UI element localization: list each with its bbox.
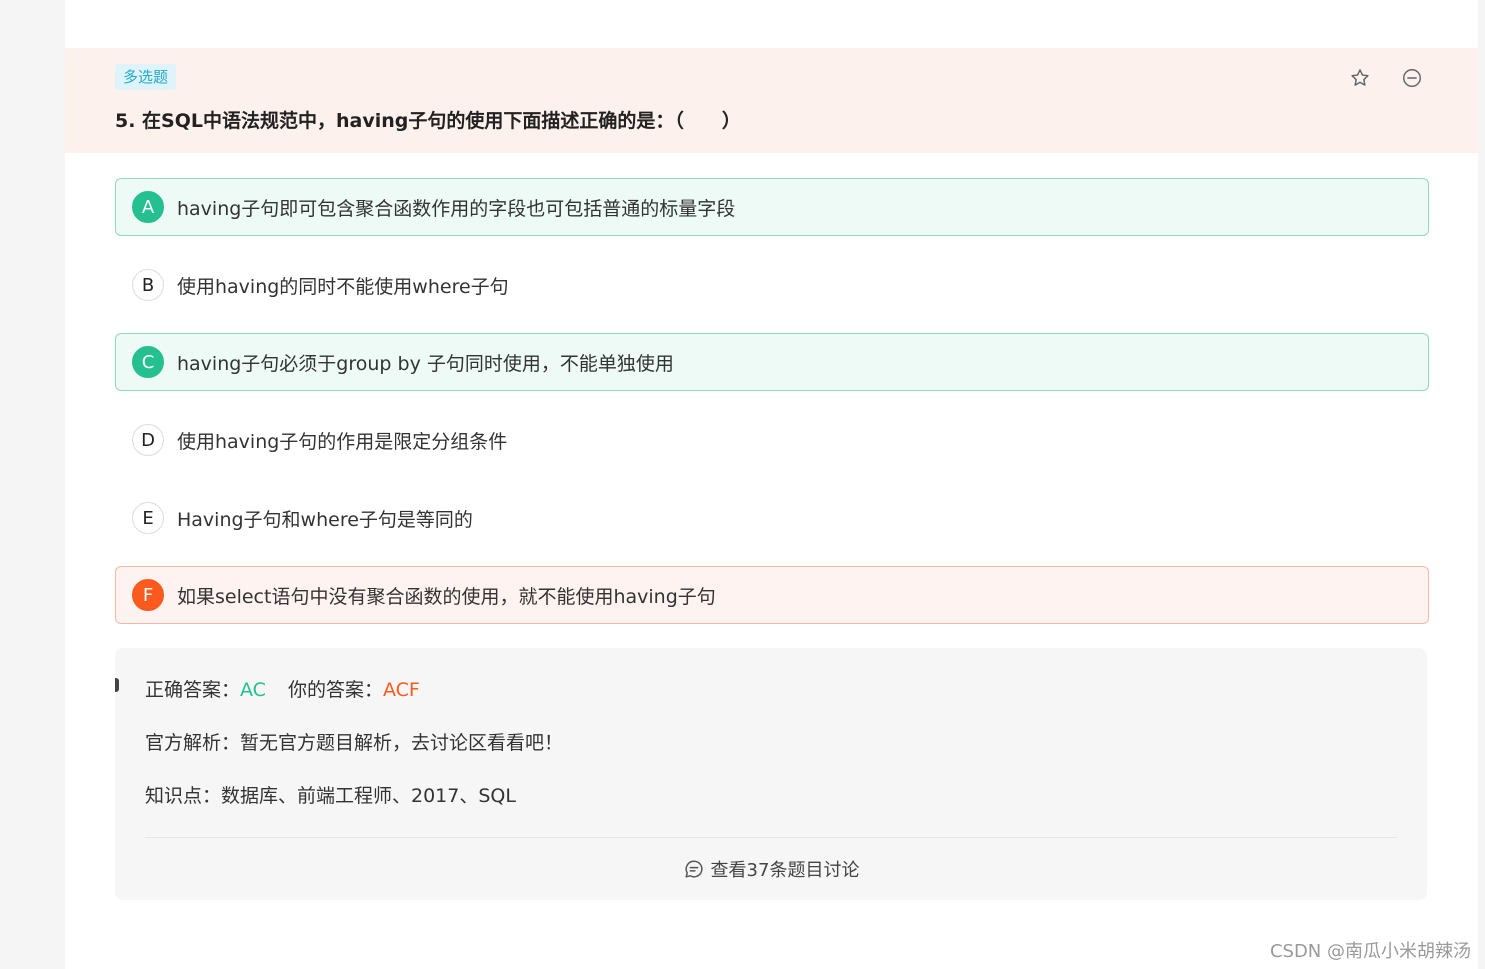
option-letter-badge: E xyxy=(132,502,164,534)
your-answer-value: ACF xyxy=(382,679,420,701)
csdn-watermark: CSDN @南瓜小米胡辣汤 xyxy=(1269,941,1471,962)
question-card: 多选题 5. 在SQL中语法规范中，having子句的使用下面描述正确的是：（ … xyxy=(65,0,1478,969)
view-discussion-link[interactable]: 查看37条题目讨论 xyxy=(115,856,1427,882)
option-d[interactable]: D 使用having子句的作用是限定分组条件 xyxy=(115,411,1429,469)
your-answer-label: 你的答案： xyxy=(287,679,383,701)
official-explanation: 官方解析：暂无官方题目解析，去讨论区看看吧！ xyxy=(145,732,564,754)
divider xyxy=(145,837,1397,838)
option-text: 使用having子句的作用是限定分组条件 xyxy=(177,430,508,453)
option-text: 使用having的同时不能使用where子句 xyxy=(177,275,509,298)
option-text: 如果select语句中没有聚合函数的使用，就不能使用having子句 xyxy=(177,585,716,608)
page-left-margin xyxy=(0,0,65,969)
option-a[interactable]: A having子句即可包含聚合函数作用的字段也可包括普通的标量字段 xyxy=(115,178,1429,236)
option-letter-badge: C xyxy=(132,346,164,378)
answer-summary: 正确答案：AC 你的答案：ACF xyxy=(145,675,420,702)
option-letter-badge: D xyxy=(132,424,164,456)
minus-circle-icon[interactable] xyxy=(1400,66,1424,90)
panel-marker xyxy=(115,678,119,692)
option-letter-badge: B xyxy=(132,269,164,301)
star-icon[interactable] xyxy=(1348,66,1372,90)
question-type-tag: 多选题 xyxy=(115,64,177,90)
option-text: having子句即可包含聚合函数作用的字段也可包括普通的标量字段 xyxy=(177,197,736,220)
question-title: 5. 在SQL中语法规范中，having子句的使用下面描述正确的是：（ ） xyxy=(115,110,741,132)
option-text: Having子句和where子句是等同的 xyxy=(177,508,473,531)
option-letter-badge: F xyxy=(132,579,164,611)
view-discussion-text: 查看37条题目讨论 xyxy=(710,860,860,881)
answer-analysis-panel: 正确答案：AC 你的答案：ACF 官方解析：暂无官方题目解析，去讨论区看看吧！ 知… xyxy=(115,648,1427,900)
option-text: having子句必须于group by 子句同时使用，不能单独使用 xyxy=(177,352,674,375)
knowledge-points: 知识点：数据库、前端工程师、2017、SQL xyxy=(145,785,516,807)
correct-answer-label: 正确答案： xyxy=(145,679,241,701)
option-f[interactable]: F 如果select语句中没有聚合函数的使用，就不能使用having子句 xyxy=(115,566,1429,624)
question-header: 多选题 5. 在SQL中语法规范中，having子句的使用下面描述正确的是：（ … xyxy=(65,48,1478,153)
option-e[interactable]: E Having子句和where子句是等同的 xyxy=(115,489,1429,547)
correct-answer-value: AC xyxy=(240,679,266,701)
option-c[interactable]: C having子句必须于group by 子句同时使用，不能单独使用 xyxy=(115,333,1429,391)
chat-bubble-icon xyxy=(685,860,703,878)
page-right-margin xyxy=(1478,0,1485,969)
option-b[interactable]: B 使用having的同时不能使用where子句 xyxy=(115,256,1429,314)
option-letter-badge: A xyxy=(132,191,164,223)
